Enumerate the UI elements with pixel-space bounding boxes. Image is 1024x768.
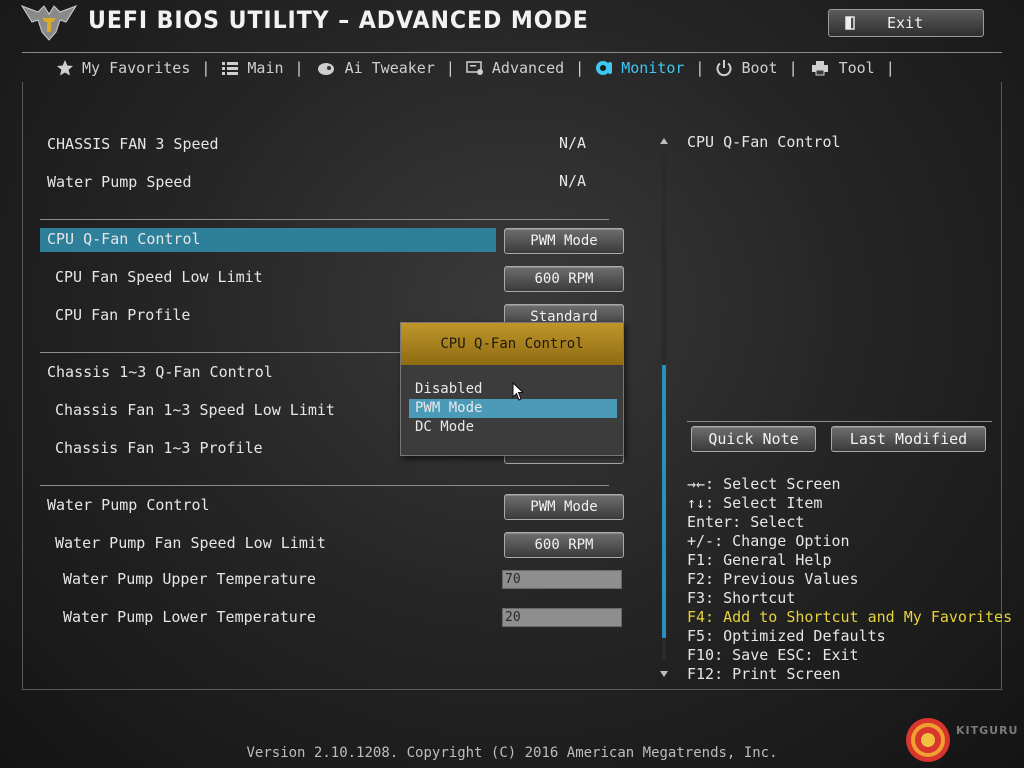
- key-hint: +/-: Change Option: [687, 532, 850, 550]
- monitor-icon: [596, 60, 613, 75]
- tab-label: Advanced: [491, 58, 565, 77]
- tab-separator: |: [201, 58, 211, 77]
- watermark-text: KITGURU: [956, 724, 1019, 737]
- water-pump-upper-temp-label: Water Pump Upper Temperature: [63, 570, 316, 588]
- star-icon: [57, 59, 73, 75]
- tab-boot[interactable]: Boot: [705, 53, 787, 83]
- key-hint: F3: Shortcut: [687, 589, 796, 607]
- scroll-down-arrow-icon[interactable]: [659, 669, 669, 679]
- advanced-icon: [466, 60, 483, 75]
- tweaker-icon: [317, 62, 334, 75]
- dropdown-option-dc-mode[interactable]: DC Mode: [409, 418, 617, 437]
- key-hint: F5: Optimized Defaults: [687, 627, 886, 645]
- key-hint: →←: Select Screen: [687, 475, 841, 493]
- app-title: UEFI BIOS UTILITY – ADVANCED MODE: [88, 6, 589, 34]
- mouse-cursor-icon: [512, 382, 524, 401]
- water-pump-lower-temp-label: Water Pump Lower Temperature: [63, 608, 316, 626]
- tab-separator: |: [885, 58, 895, 77]
- help-divider: [687, 421, 992, 422]
- tab-label: Tool: [838, 58, 875, 77]
- scroll-up-arrow-icon[interactable]: [659, 136, 669, 146]
- key-hint: F10: Save ESC: Exit: [687, 646, 859, 664]
- tab-separator: |: [575, 58, 585, 77]
- chassis-fan3-speed-value: N/A: [559, 134, 587, 152]
- tab-label: My Favorites: [82, 58, 191, 77]
- chassis-fan-profile-label: Chassis Fan 1~3 Profile: [55, 439, 263, 457]
- section-divider: [40, 219, 609, 220]
- chassis-fan-low-limit-label: Chassis Fan 1~3 Speed Low Limit: [55, 401, 335, 419]
- key-hint: F2: Previous Values: [687, 570, 859, 588]
- tab-label: Ai Tweaker: [344, 58, 435, 77]
- water-pump-lower-temp-input[interactable]: 20: [502, 608, 622, 627]
- chassis-qfan-control-label: Chassis 1~3 Q-Fan Control: [47, 363, 273, 381]
- tab-main[interactable]: Main: [211, 53, 293, 83]
- tab-separator: |: [445, 58, 455, 77]
- water-pump-speed-value: N/A: [559, 172, 587, 190]
- exit-button[interactable]: Exit: [828, 9, 984, 37]
- water-pump-low-limit-button[interactable]: 600 RPM: [504, 532, 624, 558]
- footer-version: Version 2.10.1208. Copyright (C) 2016 Am…: [246, 745, 778, 761]
- cpu-fan-profile-label: CPU Fan Profile: [55, 306, 191, 324]
- cpu-qfan-control-button[interactable]: PWM Mode: [504, 228, 624, 254]
- water-pump-speed-label: Water Pump Speed: [47, 173, 192, 191]
- tab-label: Monitor: [621, 58, 685, 77]
- tab-separator: |: [294, 58, 304, 77]
- cpu-fan-low-limit-label: CPU Fan Speed Low Limit: [55, 268, 263, 286]
- scrollbar-thumb[interactable]: [662, 365, 666, 638]
- exit-door-icon: [845, 16, 855, 30]
- dropdown-title: CPU Q-Fan Control: [401, 323, 623, 365]
- key-hint-highlight: F4: Add to Shortcut and My Favorites: [687, 608, 1013, 626]
- tab-monitor[interactable]: Monitor: [585, 53, 694, 83]
- water-pump-control-label: Water Pump Control: [47, 496, 210, 514]
- tab-label: Boot: [741, 58, 778, 77]
- power-icon: [716, 59, 732, 76]
- key-hint: ↑↓: Select Item: [687, 494, 823, 512]
- section-divider: [40, 485, 609, 486]
- tab-separator: |: [695, 58, 705, 77]
- water-pump-low-limit-label: Water Pump Fan Speed Low Limit: [55, 534, 326, 552]
- tab-separator: |: [788, 58, 798, 77]
- tab-bar: My Favorites | Main | Ai Tweaker | Advan…: [22, 52, 1002, 82]
- tab-my-favorites[interactable]: My Favorites: [22, 53, 200, 83]
- tuf-logo-icon: [20, 5, 78, 41]
- exit-label: Exit: [887, 14, 924, 32]
- tab-advanced[interactable]: Advanced: [456, 53, 574, 83]
- tab-ai-tweaker[interactable]: Ai Tweaker: [305, 53, 445, 83]
- key-hint: F1: General Help: [687, 551, 832, 569]
- list-icon: [222, 61, 239, 75]
- tab-label: Main: [247, 58, 284, 77]
- tab-tool[interactable]: Tool: [799, 53, 885, 83]
- cpu-qfan-control-label: CPU Q-Fan Control: [47, 230, 201, 248]
- last-modified-button[interactable]: Last Modified: [831, 426, 986, 452]
- help-description: CPU Q-Fan Control: [687, 133, 841, 151]
- water-pump-upper-temp-input[interactable]: 70: [502, 570, 622, 589]
- chassis-fan3-speed-label: CHASSIS FAN 3 Speed: [47, 135, 219, 153]
- quick-note-button[interactable]: Quick Note: [691, 426, 816, 452]
- key-hint: F12: Print Screen: [687, 665, 841, 683]
- printer-icon: [811, 60, 828, 75]
- kitguru-logo-icon: [906, 718, 950, 762]
- cpu-fan-low-limit-button[interactable]: 600 RPM: [504, 266, 624, 292]
- key-hint: Enter: Select: [687, 513, 805, 531]
- water-pump-control-button[interactable]: PWM Mode: [504, 494, 624, 520]
